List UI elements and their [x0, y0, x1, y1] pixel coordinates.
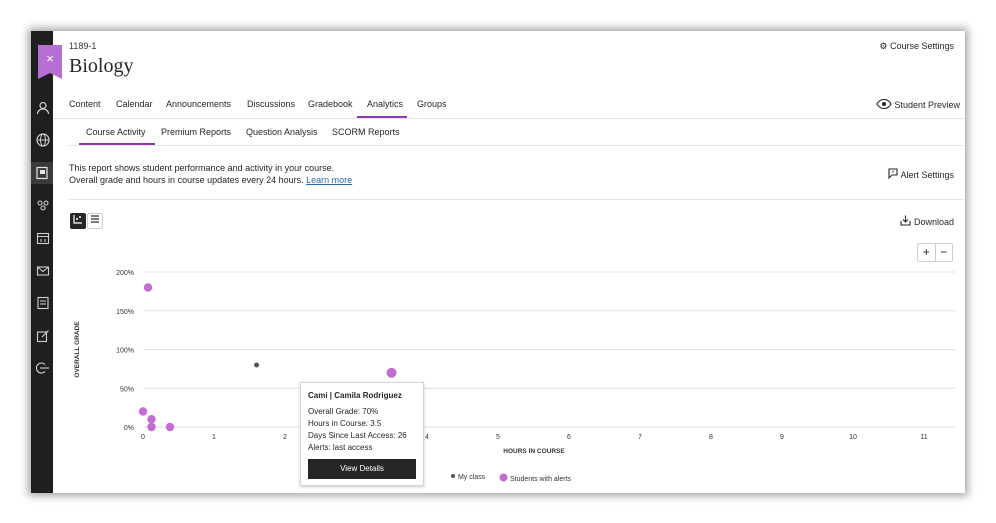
tooltip-hours: Hours in Course: 3.5 [308, 419, 382, 428]
app-window: × 1189-1 Biology ⚙ Course Settings Conte… [31, 31, 965, 493]
legend-students-alerts: Students with alerts [499, 473, 571, 483]
legend-students-alerts-label: Students with alerts [509, 476, 572, 483]
logout-icon[interactable] [35, 361, 50, 375]
data-point-student-alert [165, 422, 175, 432]
x-tick-label: 5 [496, 434, 500, 441]
y-tick-label: 50% [120, 386, 134, 393]
left-rail: × [31, 31, 62, 493]
student-tooltip: Cami | Camila Rodriguez Overall Grade: 7… [300, 382, 424, 486]
x-tick-label: 8 [709, 434, 713, 441]
tooltip-alerts: Alerts: last access [308, 443, 373, 452]
calendar-icon[interactable] [36, 231, 50, 245]
x-tick-label: 0 [141, 434, 145, 441]
messages-icon[interactable] [36, 264, 50, 278]
close-icon[interactable]: × [38, 45, 62, 79]
y-tick-label: 200% [116, 270, 134, 277]
tooltip-days-since: Days Since Last Access: 26 [308, 431, 407, 440]
x-axis-label: HOURS IN COURSE [503, 448, 565, 455]
x-tick-label: 2 [283, 434, 287, 441]
data-point-my-class [254, 362, 260, 368]
tools-icon[interactable] [36, 329, 50, 343]
data-point-student-alert [143, 283, 153, 292]
data-point-student-alert [138, 407, 148, 416]
x-tick-label: 7 [638, 434, 642, 441]
data-point-student-alert [386, 367, 397, 378]
data-point-student-alert [147, 422, 156, 432]
tooltip-overall-grade: Overall Grade: 70% [308, 407, 379, 416]
main-content: 1189-1 Biology ⚙ Course Settings Content… [53, 31, 965, 493]
y-axis-label: OVERALL GRADE [74, 321, 81, 378]
data-point-student-alert [147, 415, 156, 424]
profile-icon[interactable] [36, 101, 50, 115]
legend-my-class-label: My class [457, 474, 486, 481]
globe-icon[interactable] [36, 133, 50, 147]
x-tick-label: 4 [425, 434, 429, 441]
legend-my-class: My class [450, 473, 485, 481]
y-tick-label: 100% [116, 348, 134, 355]
tooltip-student-name: Cami | Camila Rodriguez [308, 391, 402, 400]
x-tick-label: 9 [780, 434, 784, 441]
x-tick-label: 1 [212, 434, 216, 441]
groups-icon[interactable] [36, 199, 50, 213]
x-tick-label: 6 [567, 434, 571, 441]
view-details-button[interactable]: View Details [308, 459, 416, 479]
x-tick-label: 11 [920, 434, 927, 441]
grades-icon[interactable] [36, 296, 50, 310]
y-tick-label: 0% [124, 425, 134, 432]
x-tick-label: 10 [849, 434, 857, 441]
y-tick-label: 150% [116, 309, 134, 316]
scatter-chart: 0%50%100%150%200%01234567891011HOURS IN … [74, 270, 955, 455]
courses-icon[interactable] [31, 162, 53, 184]
